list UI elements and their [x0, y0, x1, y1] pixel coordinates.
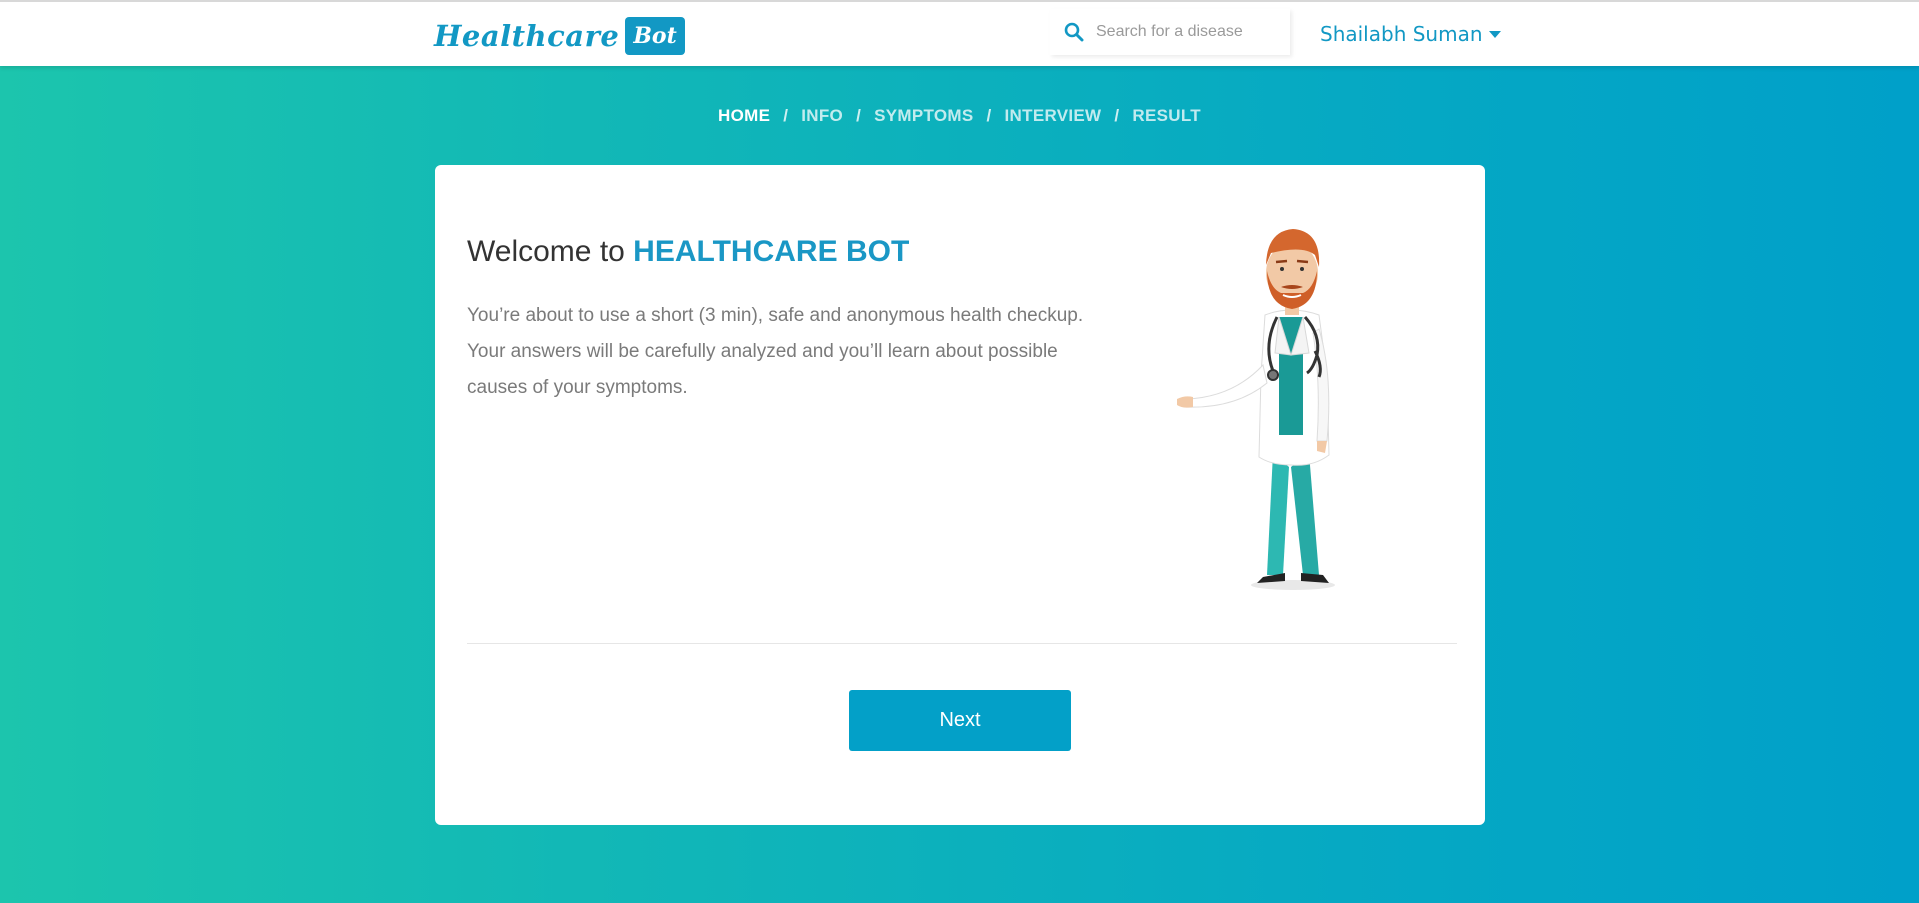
- divider: [467, 643, 1457, 644]
- logo[interactable]: Healthcare Bot: [434, 17, 685, 55]
- search-input[interactable]: [1094, 22, 1288, 42]
- breadcrumb-separator: /: [783, 106, 789, 125]
- caret-down-icon: [1488, 30, 1501, 38]
- search-box: [1050, 9, 1290, 55]
- page-title: Welcome to HEALTHCARE BOT: [467, 235, 909, 269]
- breadcrumb-separator: /: [1114, 106, 1120, 125]
- breadcrumb-result[interactable]: RESULT: [1132, 106, 1201, 126]
- user-name: Shailabh Suman: [1320, 22, 1483, 46]
- breadcrumb-separator: /: [986, 106, 992, 125]
- welcome-card: Welcome to HEALTHCARE BOT You’re about t…: [435, 165, 1485, 825]
- user-menu[interactable]: Shailabh Suman: [1320, 22, 1501, 46]
- breadcrumb-symptoms[interactable]: SYMPTOMS: [874, 106, 973, 126]
- welcome-brand: HEALTHCARE BOT: [633, 235, 910, 268]
- breadcrumb-home[interactable]: HOME: [718, 106, 770, 126]
- breadcrumb-info[interactable]: INFO: [801, 106, 843, 126]
- intro-description: You’re about to use a short (3 min), saf…: [467, 305, 1084, 398]
- breadcrumb-separator: /: [856, 106, 862, 125]
- next-button[interactable]: Next: [849, 690, 1071, 751]
- logo-text: Healthcare: [434, 19, 620, 53]
- top-navbar: Healthcare Bot Shailabh Suman: [0, 0, 1919, 66]
- doctor-illustration: [1177, 229, 1335, 590]
- welcome-prefix: Welcome to: [467, 235, 634, 268]
- breadcrumb: HOME / INFO / SYMPTOMS / INTERVIEW / RES…: [0, 106, 1919, 126]
- breadcrumb-interview[interactable]: INTERVIEW: [1005, 106, 1102, 126]
- search-icon[interactable]: [1060, 22, 1088, 42]
- logo-badge: Bot: [625, 17, 685, 55]
